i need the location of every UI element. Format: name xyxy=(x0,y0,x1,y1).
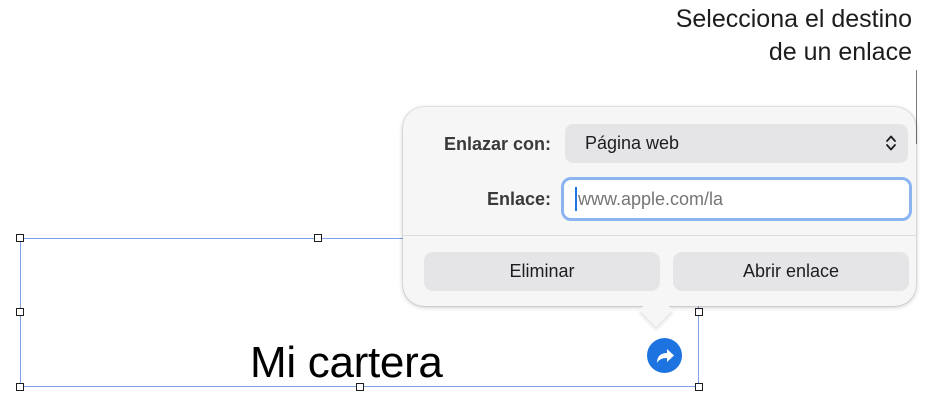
remove-link-button[interactable]: Eliminar xyxy=(424,252,660,291)
open-link-button[interactable]: Abrir enlace xyxy=(673,252,909,291)
chevron-updown-icon xyxy=(886,135,896,151)
callout-line-2: de un enlace xyxy=(768,38,912,66)
callout-leader-vertical xyxy=(916,70,917,144)
arrow-link-icon xyxy=(656,348,674,363)
text-caret xyxy=(575,187,577,211)
resize-handle-top-center[interactable] xyxy=(314,234,322,242)
resize-handle-middle-left[interactable] xyxy=(16,308,24,316)
link-to-label: Enlazar con: xyxy=(443,134,551,154)
link-badge[interactable] xyxy=(647,338,682,373)
link-to-select[interactable]: Página web xyxy=(565,124,908,163)
link-to-value: Página web xyxy=(585,133,680,153)
link-label: Enlace: xyxy=(486,189,551,209)
resize-handle-top-left[interactable] xyxy=(16,234,24,242)
popover-divider xyxy=(403,235,916,236)
callout-line-1: Selecciona el destino xyxy=(675,5,912,33)
link-url-field[interactable] xyxy=(561,177,912,221)
callout: Selecciona el destino de un enlace xyxy=(676,3,912,69)
textbox-text[interactable]: Mi cartera xyxy=(250,338,443,388)
link-url-input[interactable] xyxy=(578,188,878,210)
resize-handle-middle-right[interactable] xyxy=(695,308,703,316)
resize-handle-bottom-right[interactable] xyxy=(695,383,703,391)
resize-handle-bottom-left[interactable] xyxy=(16,383,24,391)
